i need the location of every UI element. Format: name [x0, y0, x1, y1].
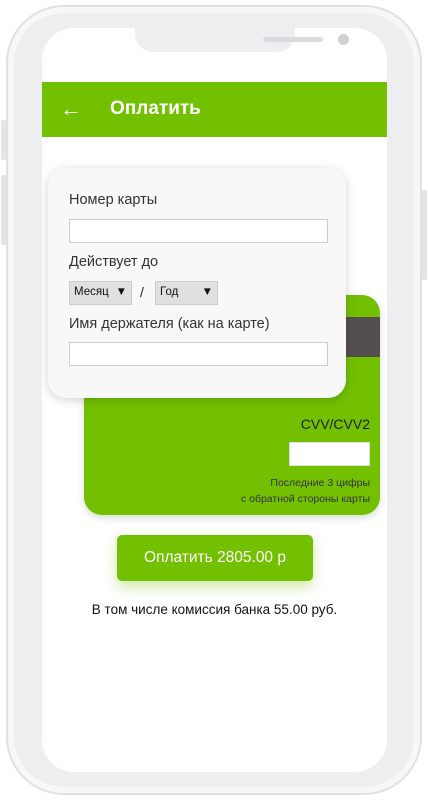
phone-side-button — [422, 190, 427, 280]
dropdown-arrow-icon: ▼ — [201, 286, 213, 298]
speaker — [263, 37, 323, 42]
cvv-hint-line: с обратной стороны карты — [240, 493, 370, 505]
holder-name-label: Имя держателя (как на карте) — [69, 316, 270, 332]
expiry-separator: / — [140, 284, 144, 300]
card-number-input[interactable] — [69, 219, 328, 243]
phone-side-button — [1, 175, 6, 245]
arrow-left-icon[interactable]: ← — [60, 96, 82, 122]
year-select-value: Год — [160, 286, 179, 298]
phone-side-button — [1, 120, 6, 160]
cvv-label: CVV/CVV2 — [300, 416, 370, 432]
month-select[interactable]: Месяц ▼ — [69, 281, 132, 305]
card-front-form: Номер карты Действует до Месяц ▼ / Год ▼… — [48, 168, 346, 398]
expiry-label: Действует до — [69, 254, 159, 270]
year-select[interactable]: Год ▼ — [155, 281, 218, 305]
page-title: Оплатить — [110, 98, 201, 119]
holder-name-input[interactable] — [69, 342, 328, 366]
camera — [338, 34, 349, 45]
pay-button[interactable]: Оплатить 2805.00 р — [117, 535, 313, 581]
app-screen: ← Оплатить CVV/CVV2 Последние 3 цифры с … — [42, 28, 387, 772]
bank-fee-text: В том числе комиссия банка 55.00 руб. — [91, 602, 338, 617]
dropdown-arrow-icon: ▼ — [115, 286, 127, 298]
month-select-value: Месяц — [74, 286, 109, 298]
phone-notch — [135, 28, 349, 52]
app-header: ← Оплатить — [42, 82, 387, 137]
cvv-input[interactable] — [289, 442, 370, 466]
card-number-label: Номер карты — [69, 192, 158, 208]
cvv-hint-line: Последние 3 цифры — [270, 477, 370, 489]
cvv-hint: Последние 3 цифры с обратной стороны кар… — [241, 475, 370, 507]
